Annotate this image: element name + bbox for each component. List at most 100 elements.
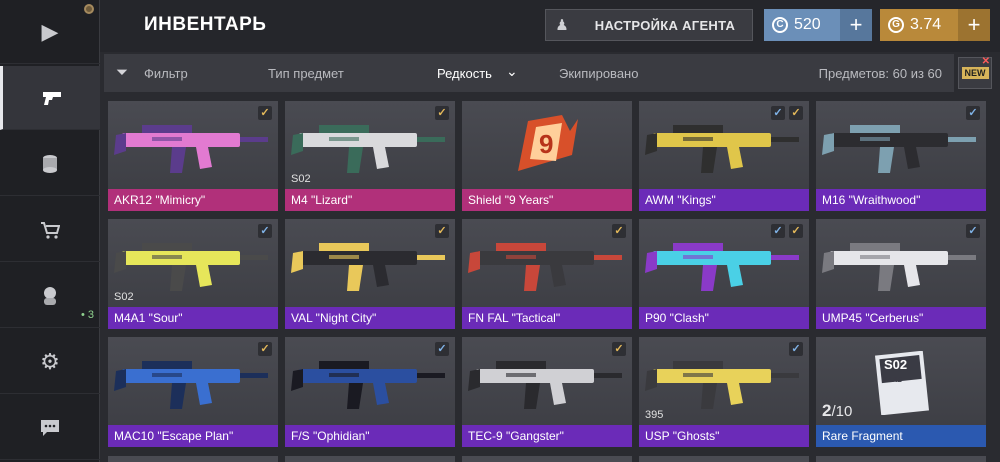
inventory-item-card[interactable]: S02 RARE 2/10 Rare Fragment bbox=[816, 337, 986, 447]
filter-bar: ⏷ Фильтр Тип предмет Редкость ⌄ Экипиров… bbox=[104, 54, 954, 92]
new-items-button[interactable]: NEW ✕ bbox=[958, 56, 992, 89]
inventory-item-card[interactable]: ✓ MAC10 "Escape Plan" bbox=[108, 337, 278, 447]
inventory-item-card[interactable]: S02 ✓ M4A1 "Sour" bbox=[108, 219, 278, 329]
next-row-card bbox=[108, 456, 278, 462]
gold-coin-icon: G bbox=[888, 17, 904, 33]
fragment-rarity-label: RARE bbox=[882, 377, 902, 384]
agent-settings-button[interactable]: ♟ НАСТРОЙКА АГЕНТА bbox=[545, 9, 753, 41]
svg-text:9: 9 bbox=[539, 129, 553, 159]
agent-icon bbox=[44, 286, 56, 305]
chat-icon bbox=[41, 419, 59, 436]
equipped-blue-check-icon: ✓ bbox=[771, 224, 785, 238]
add-silver-button[interactable]: + bbox=[840, 9, 872, 41]
item-name: F/S "Ophidian" bbox=[285, 425, 455, 447]
fragment-count: 2/10 bbox=[822, 401, 853, 420]
sidebar-item-coins[interactable] bbox=[0, 132, 100, 196]
inventory-item-card[interactable]: ✓ ✓ P90 "Clash" bbox=[639, 219, 809, 329]
new-badge: NEW bbox=[961, 67, 989, 79]
shield-badge-image: 9 bbox=[466, 111, 628, 179]
item-count: Предметов: 60 из 60 bbox=[818, 66, 942, 81]
equipped-blue-check-icon: ✓ bbox=[966, 106, 980, 120]
weapon-skin-image bbox=[820, 229, 982, 297]
weapon-skin-image bbox=[289, 111, 451, 179]
weapon-skin-image bbox=[643, 347, 805, 415]
gold-amount-box: G 3.74 bbox=[880, 9, 958, 41]
inventory-item-card[interactable]: ✓ F/S "Ophidian" bbox=[285, 337, 455, 447]
inventory-item-card[interactable]: ✓ ✓ AWM "Kings" bbox=[639, 101, 809, 211]
equipped-blue-check-icon: ✓ bbox=[771, 106, 785, 120]
weapon-skin-image bbox=[289, 347, 451, 415]
inventory-item-card[interactable]: S02 ✓ M4 "Lizard" bbox=[285, 101, 455, 211]
equipped-gold-check-icon: ✓ bbox=[258, 342, 272, 356]
agent-settings-label: НАСТРОЙКА АГЕНТА bbox=[594, 17, 736, 33]
gold-amount: 3.74 bbox=[910, 16, 942, 33]
fragment-season-code: S02 bbox=[884, 357, 908, 372]
inventory-item-card[interactable]: ✓ TEC-9 "Gangster" bbox=[462, 337, 632, 447]
sidebar-item-chat[interactable] bbox=[0, 396, 100, 460]
header: ИНВЕНТАРЬ ♟ НАСТРОЙКА АГЕНТА C 520 + G 3… bbox=[100, 0, 1000, 52]
item-type-filter[interactable]: Тип предмет bbox=[268, 66, 344, 81]
inventory-item-card[interactable]: 9 Shield "9 Years" bbox=[462, 101, 632, 211]
sidebar-item-settings[interactable]: ⚙ bbox=[0, 330, 100, 394]
next-row-card bbox=[816, 456, 986, 462]
inventory-item-card[interactable]: ✓ UMP45 "Cerberus" bbox=[816, 219, 986, 329]
equipped-gold-check-icon: ✓ bbox=[612, 342, 626, 356]
filter-button[interactable]: Фильтр bbox=[144, 66, 188, 81]
next-row-card bbox=[639, 456, 809, 462]
weapon-skin-image bbox=[112, 111, 274, 179]
weapon-skin-image bbox=[112, 229, 274, 297]
next-row-card bbox=[462, 456, 632, 462]
silver-amount: 520 bbox=[794, 16, 821, 33]
item-name: VAL "Night City" bbox=[285, 307, 455, 329]
page-title: ИНВЕНТАРЬ bbox=[144, 14, 267, 35]
item-name: AKR12 "Mimicry" bbox=[108, 189, 278, 211]
sidebar-item-shop[interactable] bbox=[0, 198, 100, 262]
sidebar-item-play[interactable]: ▶ bbox=[0, 0, 100, 64]
close-icon[interactable]: ✕ bbox=[982, 56, 990, 67]
pistol-icon bbox=[42, 91, 61, 105]
item-name: Shield "9 Years" bbox=[462, 189, 632, 211]
equipped-gold-check-icon: ✓ bbox=[258, 106, 272, 120]
inventory-grid: ✓ AKR12 "Mimicry" S02 ✓ M4 "Lizard" 9 Shield "… bbox=[108, 101, 988, 462]
equipped-blue-check-icon: ✓ bbox=[258, 224, 272, 238]
inventory-item-card[interactable]: ✓ M16 "Wraithwood" bbox=[816, 101, 986, 211]
item-name: UMP45 "Cerberus" bbox=[816, 307, 986, 329]
notification-dot bbox=[84, 4, 94, 14]
silver-coin-icon: C bbox=[772, 17, 788, 33]
inventory-item-card[interactable]: ✓ FN FAL "Tactical" bbox=[462, 219, 632, 329]
chevron-down-icon[interactable]: ⌄ bbox=[506, 63, 518, 80]
weapon-skin-image bbox=[643, 229, 805, 297]
item-name: M4A1 "Sour" bbox=[108, 307, 278, 329]
rarity-sort[interactable]: Редкость bbox=[437, 66, 492, 81]
coins-icon bbox=[43, 154, 57, 173]
weapon-skin-image bbox=[820, 111, 982, 179]
sidebar-item-agents[interactable]: • 3 bbox=[0, 264, 100, 328]
next-row-card bbox=[285, 456, 455, 462]
item-name: TEC-9 "Gangster" bbox=[462, 425, 632, 447]
item-name: AWM "Kings" bbox=[639, 189, 809, 211]
add-gold-button[interactable]: + bbox=[958, 9, 990, 41]
item-name: FN FAL "Tactical" bbox=[462, 307, 632, 329]
item-name: M4 "Lizard" bbox=[285, 189, 455, 211]
item-name: Rare Fragment bbox=[816, 425, 986, 447]
filter-icon[interactable]: ⏷ bbox=[116, 64, 128, 81]
agent-figure-icon: ♟ bbox=[555, 17, 569, 34]
weapon-skin-image bbox=[643, 111, 805, 179]
equipped-gold-check-icon: ✓ bbox=[435, 106, 449, 120]
cart-icon bbox=[41, 221, 60, 239]
inventory-item-card[interactable]: ✓ VAL "Night City" bbox=[285, 219, 455, 329]
sidebar-item-inventory[interactable] bbox=[0, 66, 100, 130]
equipped-gold-check-icon: ✓ bbox=[612, 224, 626, 238]
gold-currency: G 3.74 + bbox=[880, 9, 990, 41]
sidebar: ▶ • 3 ⚙ bbox=[0, 0, 100, 462]
equipped-gold-check-icon: ✓ bbox=[435, 224, 449, 238]
equipped-blue-check-icon: ✓ bbox=[966, 224, 980, 238]
gear-icon: ⚙ bbox=[40, 348, 60, 374]
weapon-skin-image bbox=[289, 229, 451, 297]
weapon-skin-image bbox=[466, 229, 628, 297]
inventory-item-card[interactable]: ✓ AKR12 "Mimicry" bbox=[108, 101, 278, 211]
equipped-filter[interactable]: Экипировано bbox=[559, 66, 638, 81]
silver-amount-box: C 520 bbox=[764, 9, 840, 41]
inventory-item-card[interactable]: 395 ✓ USP "Ghosts" bbox=[639, 337, 809, 447]
equipped-gold-check-icon: ✓ bbox=[789, 224, 803, 238]
